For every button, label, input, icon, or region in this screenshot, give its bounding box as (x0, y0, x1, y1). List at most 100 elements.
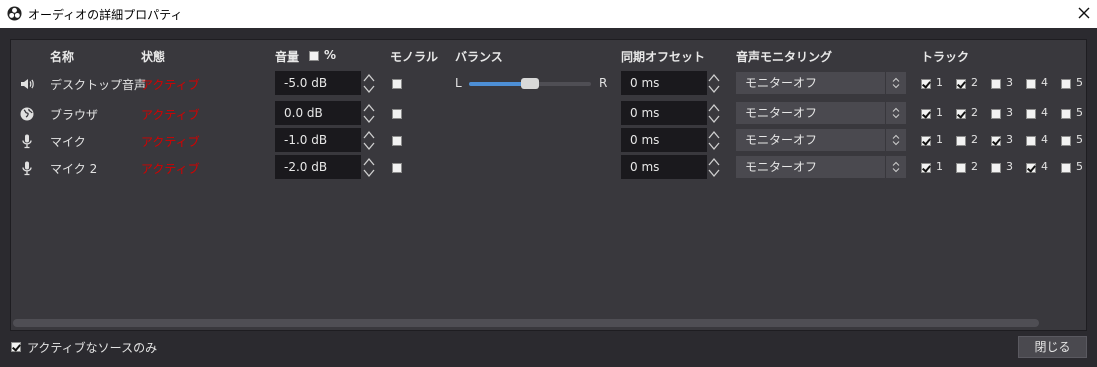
mono-checkbox[interactable] (392, 163, 402, 173)
track-1-checkbox[interactable] (921, 163, 931, 173)
track-5-label: 5 (1076, 76, 1083, 89)
active-only-checkbox[interactable] (11, 342, 21, 352)
track-5-label: 5 (1076, 133, 1083, 146)
sync-offset-input[interactable]: 0 ms (621, 155, 707, 179)
track-5-label: 5 (1076, 160, 1083, 173)
header-sync-offset: 同期オフセット (621, 50, 706, 64)
track-4-label: 4 (1041, 160, 1048, 173)
source-name: ブラウザ (50, 108, 99, 122)
close-icon[interactable] (1075, 4, 1093, 22)
volume-input[interactable]: -2.0 dB (275, 155, 361, 179)
track-3-checkbox[interactable] (991, 163, 1001, 173)
offset-up-icon[interactable] (705, 71, 722, 83)
track-4-label: 4 (1041, 106, 1048, 119)
offset-up-icon[interactable] (705, 128, 722, 140)
track-2-checkbox[interactable] (956, 163, 966, 173)
track-3-label: 3 (1006, 106, 1013, 119)
track-3-checkbox[interactable] (991, 79, 1001, 89)
monitoring-select[interactable]: モニターオフ (736, 129, 906, 151)
horizontal-scrollbar[interactable] (13, 319, 1039, 327)
sync-offset-input[interactable]: 0 ms (621, 101, 707, 125)
volume-up-icon[interactable] (360, 128, 377, 140)
source-name: マイク (50, 135, 86, 149)
monitoring-value: モニターオフ (745, 106, 818, 120)
audio-sources-panel: 名称 状態 音量 % モノラル バランス 同期オフセット 音声モニタリング トラ… (10, 39, 1087, 331)
volume-down-icon[interactable] (360, 113, 377, 125)
track-1-checkbox[interactable] (921, 109, 931, 119)
track-3-checkbox[interactable] (991, 136, 1001, 146)
mono-checkbox[interactable] (392, 109, 402, 119)
source-row: マイク アクティブ -1.0 dB 0 ms モニターオフ 1 2 3 4 5 (11, 128, 1086, 154)
volume-input[interactable]: -5.0 dB (275, 71, 361, 95)
track-1-label: 1 (936, 160, 943, 173)
source-status: アクティブ (141, 108, 200, 122)
track-3-label: 3 (1006, 76, 1013, 89)
track-5-checkbox[interactable] (1061, 136, 1071, 146)
header-volume: 音量 (275, 50, 300, 64)
offset-down-icon[interactable] (705, 167, 722, 179)
track-2-label: 2 (971, 133, 978, 146)
track-2-label: 2 (971, 76, 978, 89)
offset-down-icon[interactable] (705, 113, 722, 125)
monitoring-value: モニターオフ (745, 76, 818, 90)
mono-checkbox[interactable] (392, 136, 402, 146)
track-5-checkbox[interactable] (1061, 163, 1071, 173)
microphone-icon (19, 160, 35, 176)
track-3-label: 3 (1006, 133, 1013, 146)
track-2-checkbox[interactable] (956, 109, 966, 119)
title-bar: オーディオの詳細プロパティ (0, 0, 1097, 28)
track-2-label: 2 (971, 106, 978, 119)
percent-checkbox[interactable] (309, 51, 319, 61)
header-balance: バランス (455, 50, 503, 64)
close-button[interactable]: 閉じる (1018, 336, 1087, 358)
track-4-label: 4 (1041, 76, 1048, 89)
monitoring-select[interactable]: モニターオフ (736, 72, 906, 94)
offset-down-icon[interactable] (705, 83, 722, 95)
track-4-checkbox[interactable] (1026, 163, 1036, 173)
select-arrow-icon (885, 129, 906, 151)
track-1-label: 1 (936, 106, 943, 119)
sync-offset-input[interactable]: 0 ms (621, 71, 707, 95)
offset-up-icon[interactable] (705, 155, 722, 167)
track-1-checkbox[interactable] (921, 136, 931, 146)
volume-down-icon[interactable] (360, 140, 377, 152)
balance-left-label: L (455, 76, 462, 90)
select-arrow-icon (885, 72, 906, 94)
sync-offset-input[interactable]: 0 ms (621, 128, 707, 152)
monitoring-select[interactable]: モニターオフ (736, 156, 906, 178)
balance-slider-handle[interactable] (521, 78, 539, 89)
track-4-label: 4 (1041, 133, 1048, 146)
track-3-label: 3 (1006, 160, 1013, 173)
track-1-checkbox[interactable] (921, 79, 931, 89)
source-name: デスクトップ音声 (50, 78, 147, 92)
source-row: ブラウザ アクティブ 0.0 dB 0 ms モニターオフ 1 2 3 4 5 (11, 101, 1086, 127)
offset-up-icon[interactable] (705, 101, 722, 113)
volume-down-icon[interactable] (360, 83, 377, 95)
volume-input[interactable]: -1.0 dB (275, 128, 361, 152)
track-3-checkbox[interactable] (991, 109, 1001, 119)
track-4-checkbox[interactable] (1026, 136, 1036, 146)
volume-up-icon[interactable] (360, 101, 377, 113)
track-4-checkbox[interactable] (1026, 79, 1036, 89)
balance-right-label: R (599, 76, 608, 90)
source-name: マイク 2 (50, 162, 98, 176)
source-row: デスクトップ音声 アクティブ -5.0 dB L R 0 ms モニターオフ 1 2 3 4 5 (11, 71, 1086, 97)
obs-icon (7, 6, 22, 21)
track-5-label: 5 (1076, 106, 1083, 119)
track-2-checkbox[interactable] (956, 136, 966, 146)
volume-up-icon[interactable] (360, 71, 377, 83)
volume-down-icon[interactable] (360, 167, 377, 179)
mono-checkbox[interactable] (392, 79, 402, 89)
track-5-checkbox[interactable] (1061, 109, 1071, 119)
track-4-checkbox[interactable] (1026, 109, 1036, 119)
offset-down-icon[interactable] (705, 140, 722, 152)
volume-input[interactable]: 0.0 dB (275, 101, 361, 125)
track-5-checkbox[interactable] (1061, 79, 1071, 89)
track-2-checkbox[interactable] (956, 79, 966, 89)
monitoring-select[interactable]: モニターオフ (736, 102, 906, 124)
active-only-label: アクティブなソースのみ (27, 341, 158, 355)
track-1-label: 1 (936, 76, 943, 89)
globe-icon (19, 106, 35, 122)
source-status: アクティブ (141, 162, 200, 176)
volume-up-icon[interactable] (360, 155, 377, 167)
